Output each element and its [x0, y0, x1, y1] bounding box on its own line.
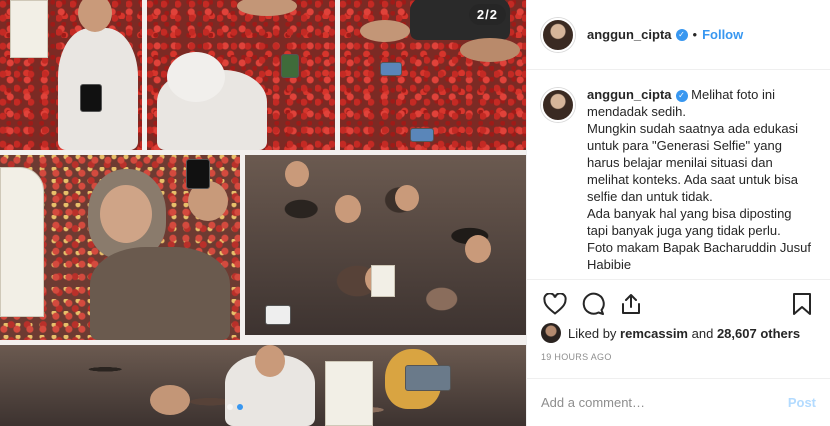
caption-avatar[interactable] — [541, 88, 575, 122]
caption-line: mendadak sedih. — [587, 104, 687, 119]
caption-line-0: anggun_cipta ✓ Melihat foto ini — [587, 86, 811, 103]
verified-badge-icon: ✓ — [675, 28, 688, 41]
caption-line: tapi banyak juga yang tidak perlu. — [587, 223, 781, 238]
post-sidebar: anggun_cipta ✓ • Follow anggun_cipta ✓ Me… — [526, 0, 830, 426]
separator: • — [692, 27, 698, 42]
action-bar — [541, 290, 816, 318]
post-timestamp[interactable]: 19 HOURS AGO — [541, 352, 612, 362]
likes-middle: and — [691, 325, 714, 341]
carousel-dots — [227, 404, 243, 410]
collage-photo-2 — [147, 0, 335, 150]
share-button[interactable] — [617, 290, 645, 318]
post-header: anggun_cipta ✓ • Follow — [527, 0, 830, 70]
caption-line: Habibie — [587, 257, 632, 272]
liker-username[interactable]: remcassim — [620, 326, 688, 341]
collage-photo-5 — [245, 155, 526, 335]
caption-line: untuk para "Generasi Selfie" yang — [587, 138, 782, 153]
verified-badge-icon: ✓ — [675, 89, 688, 102]
likes-prefix: Liked by — [568, 325, 617, 341]
header-username[interactable]: anggun_cipta — [587, 27, 672, 42]
heart-icon — [543, 293, 567, 315]
white-cap — [167, 52, 225, 102]
gravestone — [10, 0, 48, 58]
face — [100, 185, 152, 243]
collage-photo-1 — [0, 0, 142, 150]
caption-body: anggun_cipta ✓ Melihat foto ini mendadak … — [587, 86, 811, 279]
caption-username[interactable]: anggun_cipta — [587, 87, 672, 102]
like-button[interactable] — [541, 290, 569, 318]
hand — [150, 385, 190, 415]
phone — [410, 128, 434, 142]
phone — [265, 305, 291, 325]
phone — [80, 84, 102, 112]
face — [255, 345, 285, 377]
comment-input[interactable] — [541, 395, 788, 410]
phone — [380, 62, 402, 76]
bookmark-icon — [793, 293, 811, 315]
share-icon — [622, 294, 640, 314]
hand — [360, 20, 410, 42]
hand — [460, 38, 520, 62]
post-button[interactable]: Post — [788, 395, 816, 410]
gravestone — [371, 265, 395, 297]
face — [335, 195, 361, 223]
caption-line: Mungkin sudah saatnya ada edukasi — [587, 121, 799, 136]
caption-line: selfie dan untuk tidak. — [587, 189, 713, 204]
gravestone — [325, 361, 373, 426]
avatar[interactable] — [541, 17, 575, 52]
collage-photo-6 — [0, 345, 526, 426]
comment-bar: Post — [527, 378, 830, 426]
phone — [281, 54, 299, 78]
likes-count[interactable]: 28,607 others — [717, 326, 800, 341]
comment-icon — [582, 292, 605, 315]
phone — [186, 159, 210, 189]
liker-avatar[interactable] — [541, 323, 561, 343]
face — [395, 185, 419, 211]
post-image[interactable]: 2/2 — [0, 0, 526, 426]
carousel-dot-active[interactable] — [237, 404, 243, 410]
gravestone — [0, 167, 44, 317]
caption-line: melihat konteks. Ada saat untuk bisa — [587, 172, 799, 187]
follow-button[interactable]: Follow — [702, 27, 743, 42]
save-button[interactable] — [788, 290, 816, 318]
person — [90, 247, 230, 340]
slide-counter: 2/2 — [468, 4, 506, 25]
hand — [237, 0, 297, 16]
face — [285, 161, 309, 187]
carousel-dot[interactable] — [227, 404, 233, 410]
caption-line: Ada banyak hal yang bisa diposting — [587, 206, 792, 221]
phone — [405, 365, 451, 391]
caption-line: harus belajar menilai situasi dan — [587, 155, 773, 170]
caption: anggun_cipta ✓ Melihat foto ini mendadak … — [527, 70, 830, 280]
collage-photo-4 — [0, 155, 240, 340]
face — [465, 235, 491, 263]
caption-text: Melihat foto ini — [691, 87, 775, 102]
comment-button[interactable] — [579, 290, 607, 318]
likes-summary: Liked by remcassim and 28,607 others — [541, 323, 800, 343]
caption-line: Foto makam Bapak Bacharuddin Jusuf — [587, 240, 812, 255]
